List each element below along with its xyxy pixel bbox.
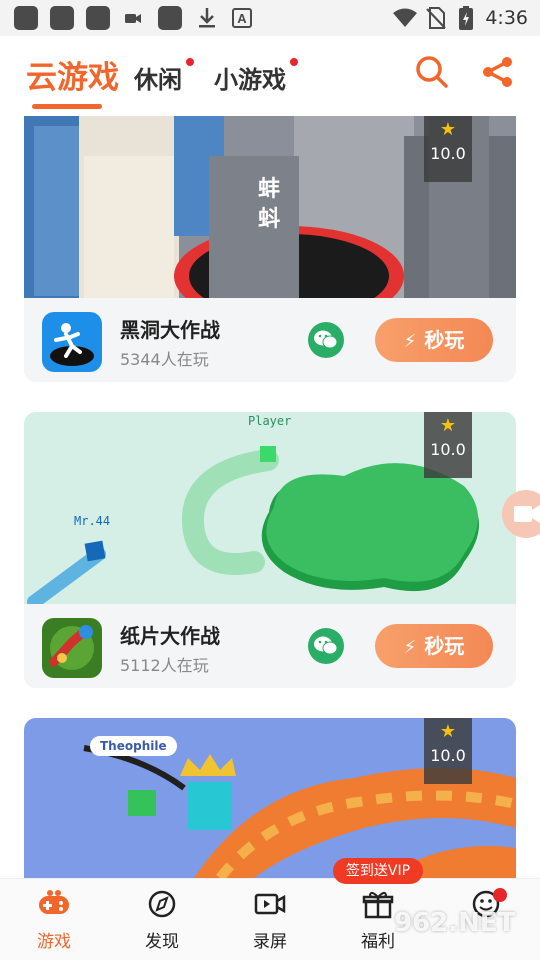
rating-badge: ★ 10.0: [424, 718, 472, 784]
player-count: 5112人在玩: [120, 656, 209, 675]
app-icon[interactable]: [42, 312, 102, 372]
rating-value: 10.0: [430, 440, 466, 459]
game-card[interactable]: 蚌 蚪 ★ 10.0 黑洞大作战 5344人在玩 ⚡ 秒玩: [24, 116, 516, 382]
tab-mini-games[interactable]: 小游戏: [214, 60, 286, 95]
status-bar: A 4:36: [0, 0, 540, 36]
game-screenshot[interactable]: 蚌 蚪 ★ 10.0: [24, 116, 516, 298]
nav-label: 录屏: [253, 932, 287, 952]
instant-play-button[interactable]: ⚡ 秒玩: [375, 624, 493, 668]
a-icon: A: [232, 8, 252, 28]
game-screenshot[interactable]: Theophile ★ 10.0: [24, 718, 516, 878]
top-navigation: 云游戏 休闲 小游戏: [0, 36, 540, 116]
nav-label: 发现: [145, 932, 179, 952]
game-title: 纸片大作战: [120, 624, 220, 648]
play-label: 秒玩: [424, 634, 465, 658]
tab-casual[interactable]: 休闲: [134, 60, 182, 95]
video-icon: [125, 14, 141, 23]
notification-icon: [14, 6, 38, 30]
player-label: Player: [248, 414, 292, 428]
svg-text:蚪: 蚪: [258, 207, 280, 232]
star-icon: ★: [439, 721, 457, 742]
rating-value: 10.0: [430, 144, 466, 163]
svg-text:蚌: 蚌: [258, 176, 280, 202]
rating-badge: ★ 10.0: [424, 116, 472, 182]
notification-icon: [50, 6, 74, 30]
compass-icon: [148, 890, 176, 918]
tab-cloud-games[interactable]: 云游戏: [26, 52, 119, 97]
wechat-icon[interactable]: [308, 628, 344, 664]
nav-discover[interactable]: 发现: [122, 889, 202, 952]
clock: 4:36: [485, 7, 528, 29]
svg-text:A: A: [237, 11, 247, 26]
play-label: 秒玩: [424, 328, 465, 352]
gamepad-icon: [39, 890, 69, 914]
paper-io-app-icon: [42, 618, 102, 678]
star-icon: ★: [439, 119, 457, 140]
game-screenshot[interactable]: Player Mr.44 ★ 10.0: [24, 412, 516, 604]
notification-icon: [86, 6, 110, 30]
game-title: 黑洞大作战: [120, 318, 220, 342]
notification-icon: [158, 6, 182, 30]
player-count: 5344人在玩: [120, 350, 209, 369]
opponent-label: Mr.44: [74, 514, 111, 528]
instant-play-button[interactable]: ⚡ 秒玩: [375, 318, 493, 362]
no-sim-icon: [426, 7, 446, 29]
sign-in-vip-badge[interactable]: 签到送VIP: [333, 858, 423, 884]
new-dot-indicator: [290, 58, 298, 66]
player-label: Theophile: [90, 736, 177, 756]
share-icon[interactable]: [480, 54, 516, 90]
game-info-row: 纸片大作战 5112人在玩 ⚡ 秒玩: [24, 604, 516, 688]
active-tab-indicator: [32, 104, 102, 109]
game-card[interactable]: Player Mr.44 ★ 10.0 纸片大作战 5112人在玩 ⚡ 秒玩: [24, 412, 516, 688]
watermark: 962.NET: [394, 908, 516, 938]
app-icon[interactable]: [42, 618, 102, 678]
wechat-icon[interactable]: [308, 322, 344, 358]
video-icon: [514, 505, 540, 523]
lightning-icon: ⚡: [403, 331, 417, 352]
battery-icon: [459, 6, 473, 30]
nav-label: 游戏: [37, 932, 71, 952]
gift-icon: [362, 891, 394, 919]
black-hole-app-icon: [42, 312, 102, 372]
wifi-icon: [393, 8, 417, 27]
star-icon: ★: [439, 415, 457, 436]
lightning-icon: ⚡: [403, 637, 417, 658]
floating-video-button[interactable]: [502, 490, 540, 538]
nav-games[interactable]: 游戏: [14, 889, 94, 952]
nav-screen-record[interactable]: 录屏: [230, 889, 310, 952]
game-card[interactable]: Theophile ★ 10.0: [24, 718, 516, 878]
new-dot-indicator: [186, 58, 194, 66]
video-record-icon: [254, 893, 286, 915]
game-info-row: 黑洞大作战 5344人在玩 ⚡ 秒玩: [24, 298, 516, 382]
rating-badge: ★ 10.0: [424, 412, 472, 478]
download-icon: [199, 8, 215, 28]
notification-dot: [493, 888, 507, 902]
search-icon[interactable]: [414, 54, 450, 90]
rating-value: 10.0: [430, 746, 466, 765]
